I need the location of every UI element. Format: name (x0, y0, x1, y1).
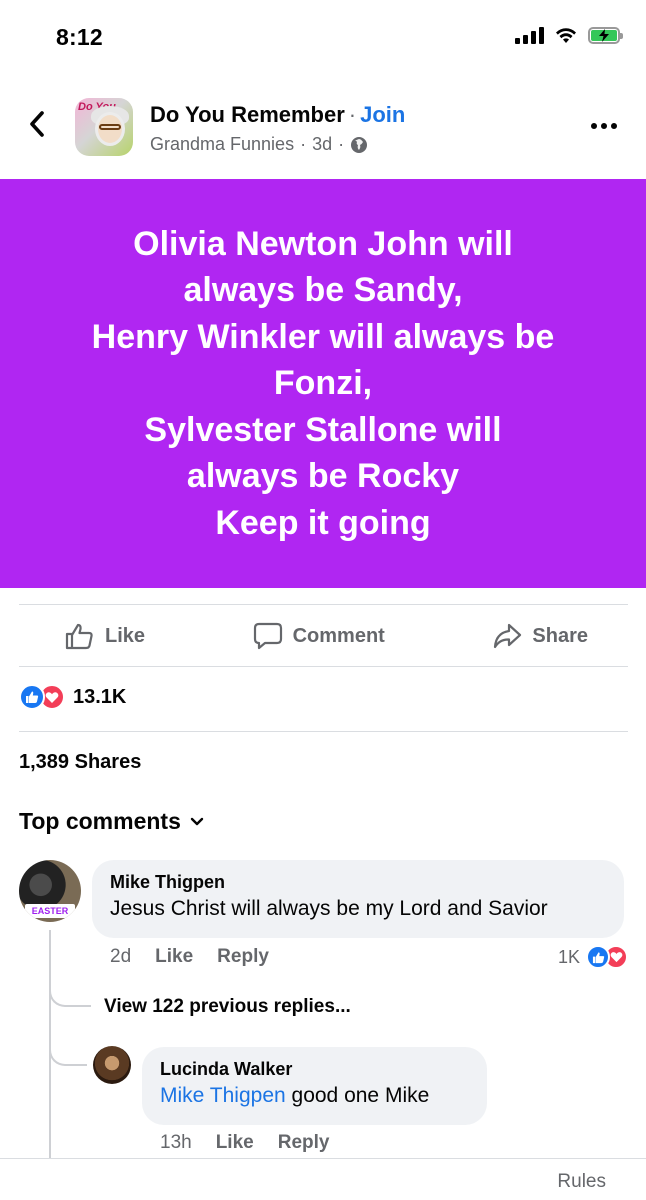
post-text: Olivia Newton John will always be Sandy,… (52, 221, 595, 547)
view-previous-replies[interactable]: View 122 previous replies... (104, 996, 351, 1018)
comment-meta: 2d Like Reply (110, 946, 269, 968)
comment-reactions[interactable]: 1K (558, 945, 628, 969)
post-time[interactable]: 3d (312, 134, 332, 155)
post-author[interactable]: Grandma Funnies (150, 134, 294, 155)
globe-icon (351, 136, 368, 153)
post-line: Henry Winkler will always be (91, 317, 555, 356)
battery-charging-icon (588, 26, 623, 44)
action-bar: Like Comment Share (19, 606, 628, 666)
reactions-summary[interactable]: 13.1K (19, 684, 126, 710)
reply-body: good one Mike (285, 1084, 430, 1107)
thread-connector (49, 975, 91, 1007)
post-line: always be Rocky (186, 457, 460, 496)
signal-icon (515, 26, 544, 44)
reply-bubble: Lucinda Walker Mike Thigpen good one Mik… (142, 1047, 487, 1125)
group-title: Do You Remember · Join (150, 102, 405, 128)
chevron-down-icon (190, 817, 204, 825)
comment-reaction-count: 1K (557, 946, 580, 967)
like-button[interactable]: Like (65, 622, 145, 650)
reply-author[interactable]: Lucinda Walker (160, 1059, 469, 1080)
reply-time[interactable]: 13h (160, 1132, 192, 1154)
post-line: Keep it going (215, 503, 431, 542)
divider (19, 731, 628, 732)
avatar[interactable] (93, 1046, 131, 1084)
like-reaction-icon (19, 684, 45, 710)
post-line: Olivia Newton John will (133, 224, 513, 263)
comment-sort-label: Top comments (19, 808, 181, 834)
rules-link[interactable]: Rules (557, 1171, 606, 1193)
reply-meta: 13h Like Reply (160, 1132, 329, 1154)
reply-like-button[interactable]: Like (216, 1132, 254, 1154)
post-meta: Grandma Funnies · 3d · (150, 134, 368, 155)
comment-like-button[interactable]: Like (155, 946, 193, 968)
comment-reply-button[interactable]: Reply (217, 946, 269, 968)
comment-bubble: Mike Thigpen Jesus Christ will always be… (92, 860, 624, 938)
share-button[interactable]: Share (492, 622, 588, 650)
status-bar: 8:12 (0, 0, 646, 80)
back-button[interactable] (22, 106, 52, 142)
chevron-left-icon (30, 111, 44, 137)
divider (19, 666, 628, 667)
wifi-icon (556, 28, 576, 43)
like-label: Like (105, 624, 146, 647)
reply-text: Mike Thigpen good one Mike (160, 1084, 469, 1108)
group-avatar[interactable]: Do You (75, 98, 133, 156)
comment-author[interactable]: Mike Thigpen (110, 872, 606, 893)
avatar-banner: EASTER (25, 904, 75, 918)
comment-label: Comment (292, 624, 385, 647)
reaction-count: 13.1K (73, 685, 127, 708)
comment-sort-dropdown[interactable]: Top comments (19, 808, 205, 835)
meta-separator: · (300, 134, 307, 154)
post-background: Olivia Newton John will always be Sandy,… (0, 179, 646, 588)
thumbs-up-icon (65, 623, 93, 650)
post-line: always be Sandy, (183, 271, 463, 310)
comment-time[interactable]: 2d (110, 946, 131, 968)
comment-icon (253, 622, 282, 650)
share-label: Share (532, 624, 588, 647)
title-separator: · (348, 102, 357, 127)
status-time: 8:12 (56, 24, 103, 50)
like-reaction-icon (586, 945, 610, 969)
more-horizontal-icon (591, 123, 597, 129)
avatar[interactable]: EASTER (19, 860, 81, 922)
group-name[interactable]: Do You Remember (150, 102, 345, 127)
more-options-button[interactable] (584, 114, 624, 138)
reply-mention[interactable]: Mike Thigpen (160, 1084, 286, 1107)
status-icons (515, 26, 623, 44)
post-line: Fonzi, (273, 364, 373, 403)
comment-button[interactable]: Comment (253, 622, 385, 650)
meta-separator: · (338, 134, 345, 154)
divider (19, 604, 628, 605)
shares-count[interactable]: 1,389 Shares (19, 751, 141, 774)
post-header: Do You Do You Remember · Join Grandma Funn… (0, 92, 646, 172)
reply-reply-button[interactable]: Reply (278, 1132, 330, 1154)
footer-bar: Rules (0, 1158, 646, 1200)
share-icon (494, 623, 522, 649)
comment-text: Jesus Christ will always be my Lord and … (110, 897, 548, 920)
post-line: Sylvester Stallone will (144, 410, 502, 449)
thread-connector (49, 1030, 87, 1066)
join-button[interactable]: Join (360, 102, 405, 127)
